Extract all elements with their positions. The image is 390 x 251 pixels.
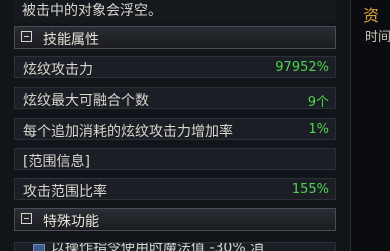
collapse-toggle-icon[interactable] [21, 213, 32, 224]
attribute-value: 9个 [307, 95, 329, 110]
skill-tooltip-panel: 被击中的对象会浮空。 技能属性 炫纹攻击力 97952% 炫纹最大可融合个数 9… [0, 0, 351, 251]
attribute-label: 每个追加消耗的炫纹攻击力增加率 [23, 124, 233, 140]
adjacent-window-edge: 资 时间 [351, 0, 390, 251]
attribute-row: 炫纹攻击力 97952% [14, 56, 336, 78]
section-title: 技能属性 [43, 32, 99, 48]
special-function-icon [33, 244, 45, 251]
special-function-row: 以操作指令使用时魔法值 -30% 消 [14, 242, 336, 251]
attribute-row: 炫纹最大可融合个数 9个 [14, 87, 336, 110]
range-info-label: [范围信息] [23, 154, 90, 170]
range-info-row: [范围信息] [14, 148, 336, 170]
adjacent-window-text: 资 [363, 6, 380, 25]
skill-description: 被击中的对象会浮空。 [14, 0, 336, 22]
attribute-label: 炫纹攻击力 [23, 62, 93, 78]
section-title: 特殊功能 [43, 214, 99, 230]
attribute-label: 炫纹最大可融合个数 [23, 93, 149, 109]
section-header-special-functions[interactable]: 特殊功能 [14, 208, 336, 231]
attribute-label: 攻击范围比率 [23, 184, 107, 200]
attribute-value: 1% [308, 122, 329, 137]
adjacent-window-text: 时间 [365, 30, 390, 45]
special-function-text: 以操作指令使用时魔法值 -30% 消 [51, 242, 265, 251]
collapse-toggle-icon[interactable] [21, 31, 32, 42]
section-header-skill-attributes[interactable]: 技能属性 [14, 26, 336, 49]
attribute-value: 97952% [275, 60, 329, 75]
attribute-value: 155% [291, 182, 329, 197]
attribute-row: 每个追加消耗的炫纹攻击力增加率 1% [14, 118, 336, 140]
attribute-row: 攻击范围比率 155% [14, 178, 336, 200]
